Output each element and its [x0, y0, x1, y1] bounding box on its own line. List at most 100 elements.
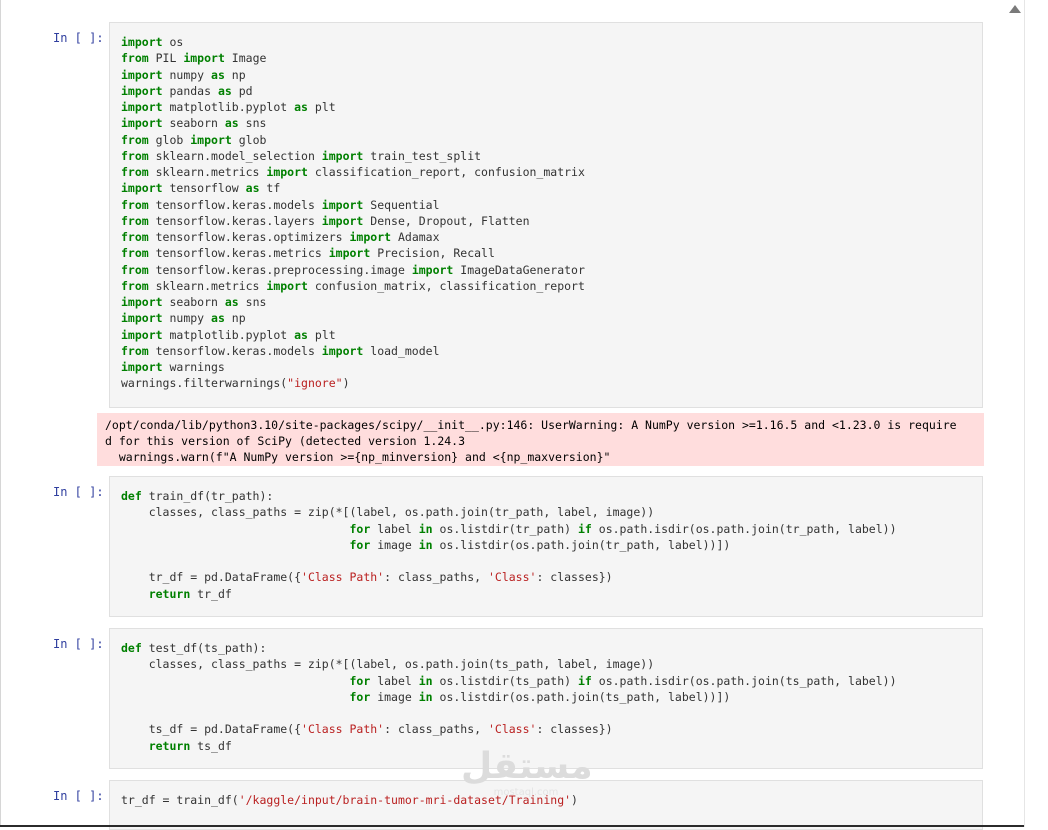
- code-keyword: in: [418, 537, 433, 552]
- stderr-line: warnings.warn(f"A NumPy version >={np_mi…: [105, 450, 611, 464]
- code-token: classes, class_paths = zip(*[(label, os.…: [121, 505, 655, 520]
- code-token: warnings: [162, 360, 225, 374]
- code-keyword: import: [321, 213, 364, 228]
- code-token: Sequential: [363, 197, 440, 212]
- code-token: tf: [259, 181, 281, 196]
- code-keyword: as: [245, 181, 260, 196]
- code-keyword: import: [411, 262, 454, 277]
- code-token: ): [342, 376, 350, 391]
- code-keyword: import: [266, 278, 308, 293]
- code-token: train_df(tr_path):: [141, 489, 274, 503]
- code-keyword: for: [349, 537, 371, 552]
- code-keyword: import: [121, 100, 163, 114]
- code-keyword: import: [121, 311, 163, 326]
- code-token: tensorflow.keras.models: [148, 343, 322, 358]
- code-text: def train_df(tr_path): classes, class_pa…: [121, 488, 972, 602]
- code-token: glob: [231, 132, 267, 147]
- code-keyword: import: [121, 35, 163, 49]
- code-keyword: import: [190, 132, 232, 147]
- code-keyword: import: [121, 67, 163, 82]
- code-keyword: from: [121, 148, 149, 163]
- code-keyword: import: [121, 116, 163, 131]
- code-keyword: from: [121, 213, 149, 228]
- code-token: image: [370, 689, 419, 704]
- code-token: np: [224, 67, 246, 82]
- code-token: PIL: [148, 51, 184, 66]
- code-token: ts_df: [190, 738, 232, 753]
- code-keyword: in: [418, 689, 433, 704]
- code-token: tr_df = train_df(: [121, 793, 239, 807]
- code-token: warnings.filterwarnings(: [121, 376, 288, 391]
- code-keyword: from: [121, 132, 149, 147]
- code-keyword: from: [121, 278, 149, 293]
- code-keyword: import: [328, 246, 371, 261]
- code-keyword: import: [121, 295, 163, 309]
- code-keyword: import: [183, 51, 225, 66]
- code-keyword: import: [121, 327, 163, 342]
- code-keyword: return: [148, 738, 191, 753]
- code-keyword: as: [294, 327, 308, 342]
- code-token: label: [370, 521, 419, 536]
- code-token: sklearn.model_selection: [148, 148, 322, 163]
- code-keyword: in: [418, 673, 433, 688]
- code-input[interactable]: tr_df = train_df('/kaggle/input/brain-tu…: [109, 780, 983, 830]
- code-token: load_model: [363, 343, 440, 358]
- code-token: np: [224, 311, 246, 326]
- code-token: os: [162, 35, 184, 49]
- code-token: : classes}): [536, 570, 613, 585]
- code-text: def test_df(ts_path): classes, class_pat…: [121, 640, 972, 754]
- code-keyword: from: [121, 262, 149, 277]
- code-token: os.listdir(os.path.join(tr_path, label))…: [432, 537, 731, 552]
- code-input[interactable]: def test_df(ts_path): classes, class_pat…: [109, 628, 983, 769]
- code-text: tr_df = train_df('/kaggle/input/brain-tu…: [121, 792, 972, 808]
- code-token: sns: [238, 295, 267, 309]
- notebook-page: In [ ]: import os from PIL import Image …: [0, 0, 1024, 830]
- code-input[interactable]: def train_df(tr_path): classes, class_pa…: [109, 476, 983, 617]
- code-keyword: import: [121, 360, 163, 374]
- code-keyword: as: [217, 83, 232, 98]
- code-keyword: import: [321, 343, 364, 358]
- code-token: pandas: [162, 83, 218, 98]
- stderr-line: d for this version of SciPy (detected ve…: [105, 434, 466, 448]
- code-token: confusion_matrix, classification_report: [307, 278, 585, 293]
- code-token: matplotlib.pyplot: [162, 327, 295, 342]
- code-keyword: from: [121, 197, 149, 212]
- cell-prompt: In [ ]:: [53, 637, 104, 651]
- code-token: : class_paths,: [384, 570, 488, 585]
- code-token: pd: [231, 83, 253, 98]
- code-keyword: import: [121, 83, 163, 98]
- code-keyword: def: [121, 489, 142, 503]
- code-token: sklearn.metrics: [148, 165, 267, 179]
- code-keyword: from: [121, 343, 149, 358]
- code-keyword: for: [349, 521, 371, 536]
- code-token: label: [370, 673, 419, 688]
- code-input[interactable]: import os from PIL import Image import n…: [109, 22, 983, 408]
- code-keyword: return: [148, 586, 191, 601]
- code-token: os.path.isdir(os.path.join(ts_path, labe…: [591, 673, 897, 688]
- code-keyword: as: [224, 116, 239, 131]
- code-token: Image: [224, 51, 267, 66]
- code-keyword: from: [121, 51, 149, 66]
- cell-prompt: In [ ]:: [53, 485, 104, 499]
- code-token: sns: [238, 116, 267, 131]
- code-token: ): [571, 793, 578, 807]
- code-keyword: as: [211, 67, 225, 82]
- code-keyword: as: [294, 100, 308, 114]
- code-token: tr_df: [190, 586, 232, 601]
- code-keyword: for: [349, 689, 371, 704]
- vertical-scrollbar[interactable]: [1024, 0, 1048, 827]
- code-keyword: for: [349, 673, 371, 688]
- scroll-up-arrow-icon[interactable]: [1008, 3, 1022, 15]
- code-token: plt: [307, 327, 336, 342]
- code-keyword: import: [121, 181, 163, 196]
- code-token: tensorflow.keras.preprocessing.image: [148, 262, 412, 277]
- code-string: 'Class': [487, 570, 537, 585]
- code-token: tensorflow.keras.layers: [148, 213, 322, 228]
- code-token: : classes}): [536, 722, 613, 737]
- code-token: numpy: [162, 311, 212, 326]
- code-token: os.path.isdir(os.path.join(tr_path, labe…: [591, 521, 897, 536]
- code-token: sklearn.metrics: [148, 278, 267, 293]
